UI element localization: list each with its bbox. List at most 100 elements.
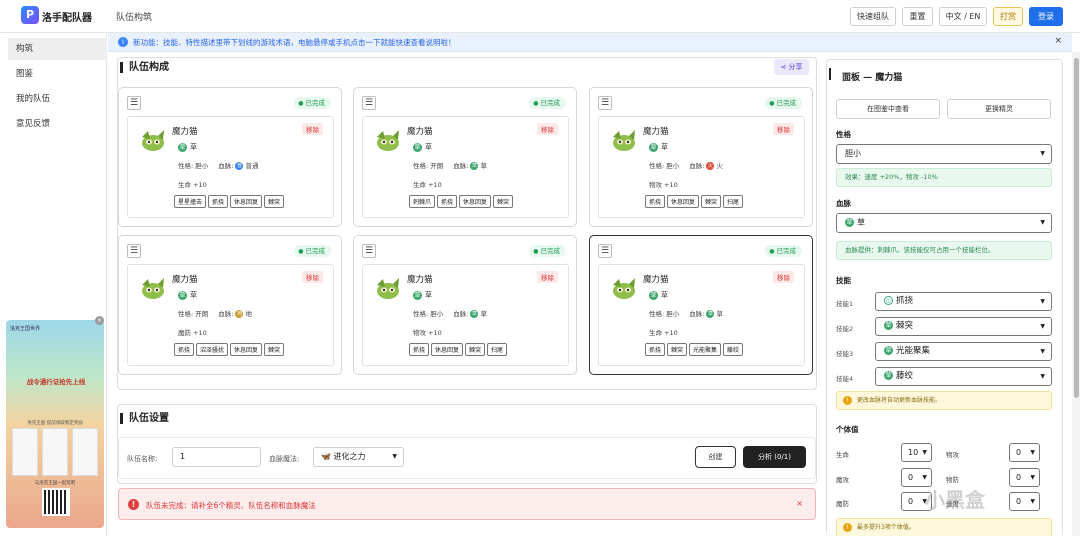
login-button[interactable]: 登录 (1029, 7, 1063, 26)
chevron-down-icon: ▼ (1030, 449, 1035, 456)
scrollbar-thumb[interactable] (1074, 58, 1079, 398)
pet-info[interactable]: 魔力猫 移除草草性格: 开朗 血脉: 草草生命 +10 刺棘爪 抓挠 休息回复 棘突 (362, 116, 569, 218)
quick-team-button[interactable]: 快速组队 (850, 7, 896, 26)
pet-info[interactable]: 魔力猫 移除草草性格: 胆小 血脉: 普普通 生命 +10 星星撞击 抓挠 休息回复 棘突 (127, 116, 334, 218)
skill-chip[interactable]: 休息回复 (230, 195, 263, 208)
skill-chip[interactable]: 抓挠 (208, 195, 229, 208)
pet-info[interactable]: 魔力猫 移除草草性格: 胆小 血脉: 火火物攻 +10 抓挠 休息回复 棘突 扫尾 (598, 116, 805, 218)
pet-name: 魔力猫 (643, 127, 669, 137)
skill-chip[interactable]: 抓挠 (437, 195, 458, 208)
language-button[interactable]: 中文 / EN (939, 7, 987, 26)
menu-icon[interactable]: ☰ (127, 96, 141, 110)
iv-select[interactable]: 0 ▼ (1009, 492, 1040, 511)
menu-icon[interactable]: ☰ (598, 96, 612, 110)
analyze-button[interactable]: 分析 (0/1) (743, 446, 806, 468)
remove-button[interactable]: 移除 (302, 271, 323, 283)
team-slot-card[interactable]: ☰ 已完成魔力猫 移除草草性格: 胆小 血脉:普普通生命 +10 星星撞击抓挠休息回复棘… (118, 87, 342, 227)
pet-info[interactable]: 魔力猫 移除草草性格: 胆小 血脉: 草草物攻 +10 抓挠 休息回复 棘突 扫尾 (362, 264, 569, 366)
sidebar-item-feedback[interactable]: 意见反馈 (8, 113, 107, 135)
remove-button[interactable]: 移除 (537, 271, 558, 283)
pet-type-label: 草 (425, 291, 432, 299)
remove-button[interactable]: 移除 (773, 271, 794, 283)
team-slot-card[interactable]: ☰已完成魔力猫移除草草性格: 胆小血脉:火火物攻 +10抓挠休息回复棘突扫尾 (589, 87, 813, 227)
pet-type: 草草 (178, 290, 197, 300)
menu-icon[interactable]: ☰ (127, 244, 141, 258)
tip-button[interactable]: 打赏 (993, 7, 1023, 26)
skill-chip[interactable]: 休息回复 (459, 195, 492, 208)
grass-type-icon: 草 (413, 142, 422, 152)
menu-icon[interactable]: ☰ (362, 96, 376, 110)
ad-close-icon[interactable]: × (95, 316, 104, 325)
pet-attributes: 性格: 胆小 血脉: 普普通 (178, 160, 258, 170)
skill-chip[interactable]: 星星撞击 (174, 195, 207, 208)
iv-select[interactable]: 0 ▼ (1009, 443, 1040, 462)
remove-button[interactable]: 移除 (537, 123, 558, 135)
remove-button[interactable]: 移除 (773, 123, 794, 135)
pet-type-label: 草 (661, 291, 668, 299)
view-in-dex-button[interactable]: 在图鉴中查看 (836, 99, 940, 119)
app-logo-icon: P (21, 6, 39, 24)
blood-magic-select[interactable]: 🦋 进化之力 ▼ (313, 447, 404, 467)
share-button[interactable]: ⋖ 分享 (774, 59, 809, 75)
team-slot-card[interactable]: ☰已完成魔力猫移除草草性格: 开朗血脉:草草生命 +10刺棘爪抓挠休息回复棘突 (353, 87, 577, 227)
skill-chip[interactable]: 棘突 (465, 343, 486, 356)
blood-select[interactable]: 草草 ▼ (836, 213, 1052, 233)
skill-select[interactable]: 草光能聚集 ▼ (875, 342, 1052, 361)
ad-banner[interactable]: 洛克王国世界 战令通行证抢先上线 洛克王国 提前领取限定奖励 与洛克王国一起玩吧 (6, 320, 104, 528)
status-badge: 已完成 (765, 245, 802, 257)
skill-select[interactable]: 草藤绞 ▼ (875, 367, 1052, 386)
menu-icon[interactable]: ☰ (362, 244, 376, 258)
remove-button[interactable]: 移除 (302, 123, 323, 135)
skill-chip[interactable]: 抓挠 (174, 343, 195, 356)
chevron-down-icon: ▼ (1030, 474, 1035, 481)
close-icon[interactable]: × (796, 499, 803, 508)
iv-stat-label: 魔攻 (836, 476, 849, 484)
menu-icon[interactable]: ☰ (598, 244, 612, 258)
skill-select[interactable]: 草棘突 ▼ (875, 317, 1052, 336)
pet-info[interactable]: 魔力猫 移除草草性格: 胆小 血脉: 草草生命 +10 抓挠 棘突 光能聚集 藤绞 (598, 264, 805, 366)
iv-stat: 生命 +10 (178, 181, 207, 189)
skill-chip[interactable]: 扫尾 (723, 195, 744, 208)
status-badge: 已完成 (765, 97, 802, 109)
team-slot-card[interactable]: ☰已完成魔力猫移除草草性格: 胆小血脉:草草物攻 +10抓挠休息回复棘突扫尾 (353, 235, 577, 375)
skill-chip[interactable]: 沼泽骚扰 (196, 343, 229, 356)
reset-button[interactable]: 重置 (902, 7, 933, 26)
iv-select[interactable]: 10 ▼ (901, 443, 932, 462)
grass-type-icon: 草 (649, 290, 658, 300)
skill-chip[interactable]: 棘突 (264, 195, 285, 208)
skill-chip[interactable]: 藤绞 (723, 343, 744, 356)
iv-select[interactable]: 0 ▼ (1009, 468, 1040, 487)
page-title: 队伍构筑 (116, 13, 153, 23)
skill-chip[interactable]: 扫尾 (487, 343, 508, 356)
pet-info[interactable]: 魔力猫 移除草草性格: 开朗 血脉: 地地魔防 +10 抓挠 沼泽骚扰 休息回复 棘突 (127, 264, 334, 366)
skill-chip[interactable]: 刺棘爪 (409, 195, 436, 208)
skill-select[interactable]: ⊙ 抓挠 ▼ (875, 292, 1052, 311)
skill-chip[interactable]: 抓挠 (645, 195, 666, 208)
skill-chip[interactable]: 休息回复 (230, 343, 263, 356)
announcement-banner: i 新功能：技能、特性描述里带下划线的游戏术语，电脑悬停或手机点击一下就能快速查… (108, 33, 1072, 52)
skill-chip[interactable]: 休息回复 (667, 195, 700, 208)
skill-chip[interactable]: 棘突 (264, 343, 285, 356)
sidebar-item-my-teams[interactable]: 我的队伍 (8, 88, 107, 110)
skill-chip[interactable]: 抓挠 (645, 343, 666, 356)
skill-chip[interactable]: 棘突 (701, 195, 722, 208)
team-slot-card[interactable]: ☰已完成魔力猫移除草草性格: 胆小血脉:草草生命 +10抓挠棘突光能聚集藤绞 (589, 235, 813, 375)
iv-warning: ! 最多提升3项个体值。 (836, 518, 1052, 536)
grass-type-icon: 草 (413, 290, 422, 300)
app-name: 洛手配队器 (42, 13, 92, 24)
skill-chip[interactable]: 光能聚集 (689, 343, 722, 356)
skill-chip[interactable]: 抓挠 (409, 343, 430, 356)
swap-pet-button[interactable]: 更换精灵 (947, 99, 1051, 119)
sidebar-item-build[interactable]: 构筑 (8, 38, 107, 60)
personality-text: 性格: 胆小 (649, 162, 680, 170)
team-name-input[interactable]: 1 (172, 447, 261, 467)
close-icon[interactable]: × (1054, 36, 1062, 46)
skill-chip[interactable]: 棘突 (667, 343, 688, 356)
ad-footer: 与洛克王国一起玩吧 (34, 481, 76, 486)
skill-chip[interactable]: 棘突 (493, 195, 514, 208)
skill-chip[interactable]: 休息回复 (431, 343, 464, 356)
create-button[interactable]: 创建 (695, 446, 736, 468)
team-slot-card[interactable]: ☰已完成魔力猫移除草草性格: 开朗血脉:地地魔防 +10抓挠沼泽骚扰休息回复棘突 (118, 235, 342, 375)
personality-select[interactable]: 胆小 ▼ (836, 144, 1052, 164)
sidebar-item-dex[interactable]: 图鉴 (8, 63, 107, 85)
